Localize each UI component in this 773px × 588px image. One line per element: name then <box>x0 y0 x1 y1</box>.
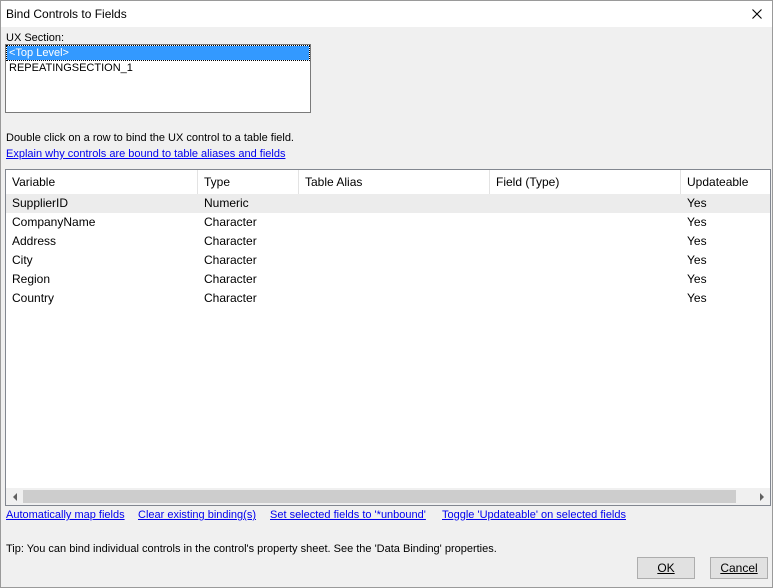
column-header-updateable[interactable]: Updateable <box>681 170 770 194</box>
caret-left-icon <box>12 492 17 501</box>
cell-field-type <box>490 232 681 251</box>
cell-field-type <box>490 270 681 289</box>
column-header-table-alias[interactable]: Table Alias <box>299 170 490 194</box>
binding-grid[interactable]: Variable Type Table Alias Field (Type) U… <box>5 169 771 506</box>
cell-table-alias <box>299 289 490 308</box>
close-button[interactable] <box>742 1 772 27</box>
ux-section-item-top-level[interactable]: <Top Level> <box>6 45 310 61</box>
clear-bindings-link[interactable]: Clear existing binding(s) <box>138 509 256 521</box>
cell-variable: Region <box>12 272 51 286</box>
set-unbound-link[interactable]: Set selected fields to '*unbound' <box>270 509 426 521</box>
ux-section-item-repeatingsection[interactable]: REPEATINGSECTION_1 <box>7 61 309 75</box>
close-icon <box>752 9 762 19</box>
scroll-thumb[interactable] <box>23 490 736 503</box>
ok-button[interactable]: OK <box>637 557 695 579</box>
column-header-type[interactable]: Type <box>198 170 299 194</box>
cell-updateable: Yes <box>687 234 707 248</box>
scroll-left-button[interactable] <box>6 488 23 505</box>
cell-updateable: Yes <box>687 272 707 286</box>
column-header-field-type[interactable]: Field (Type) <box>490 170 681 194</box>
cell-type: Numeric <box>204 196 249 210</box>
tip-text: Tip: You can bind individual controls in… <box>6 543 497 555</box>
cancel-button[interactable]: Cancel <box>710 557 768 579</box>
ok-button-label: OK <box>657 561 675 575</box>
cancel-button-label: Cancel <box>720 561 758 575</box>
table-row[interactable]: SupplierID Numeric Yes <box>6 194 770 213</box>
cell-updateable: Yes <box>687 196 707 210</box>
explain-binding-link[interactable]: Explain why controls are bound to table … <box>6 148 285 160</box>
cell-field-type <box>490 289 681 308</box>
window-title: Bind Controls to Fields <box>6 7 127 21</box>
cell-field-type <box>490 251 681 270</box>
cell-variable: City <box>12 253 33 267</box>
cell-field-type <box>490 194 681 213</box>
title-bar[interactable]: Bind Controls to Fields <box>1 1 772 27</box>
table-row[interactable]: Country Character Yes <box>6 289 770 308</box>
cell-updateable: Yes <box>687 291 707 305</box>
cell-table-alias <box>299 232 490 251</box>
cell-variable: SupplierID <box>12 196 69 210</box>
scroll-right-button[interactable] <box>753 488 770 505</box>
cell-variable: Address <box>12 234 57 248</box>
cell-table-alias <box>299 213 490 232</box>
ux-section-label: UX Section: <box>6 32 65 44</box>
cell-variable: Country <box>12 291 55 305</box>
grid-rows: SupplierID Numeric Yes CompanyName Chara… <box>6 194 770 308</box>
caret-right-icon <box>759 492 764 501</box>
cell-type: Character <box>204 291 257 305</box>
grid-header: Variable Type Table Alias Field (Type) U… <box>6 170 770 194</box>
toggle-updateable-link[interactable]: Toggle 'Updateable' on selected fields <box>442 509 626 521</box>
table-row[interactable]: Address Character Yes <box>6 232 770 251</box>
cell-type: Character <box>204 253 257 267</box>
horizontal-scrollbar[interactable] <box>6 488 770 505</box>
table-row[interactable]: CompanyName Character Yes <box>6 213 770 232</box>
cell-table-alias <box>299 251 490 270</box>
ux-section-listbox[interactable]: <Top Level> REPEATINGSECTION_1 <box>5 44 311 113</box>
table-row[interactable]: City Character Yes <box>6 251 770 270</box>
bind-controls-dialog: Bind Controls to Fields UX Section: <Top… <box>0 0 773 588</box>
cell-updateable: Yes <box>687 253 707 267</box>
cell-table-alias <box>299 270 490 289</box>
auto-map-fields-link[interactable]: Automatically map fields <box>6 509 125 521</box>
column-header-variable[interactable]: Variable <box>6 170 198 194</box>
cell-type: Character <box>204 234 257 248</box>
cell-field-type <box>490 213 681 232</box>
cell-updateable: Yes <box>687 215 707 229</box>
cell-type: Character <box>204 215 257 229</box>
cell-table-alias <box>299 194 490 213</box>
cell-type: Character <box>204 272 257 286</box>
table-row[interactable]: Region Character Yes <box>6 270 770 289</box>
instruction-text: Double click on a row to bind the UX con… <box>6 132 294 144</box>
cell-variable: CompanyName <box>12 215 96 229</box>
